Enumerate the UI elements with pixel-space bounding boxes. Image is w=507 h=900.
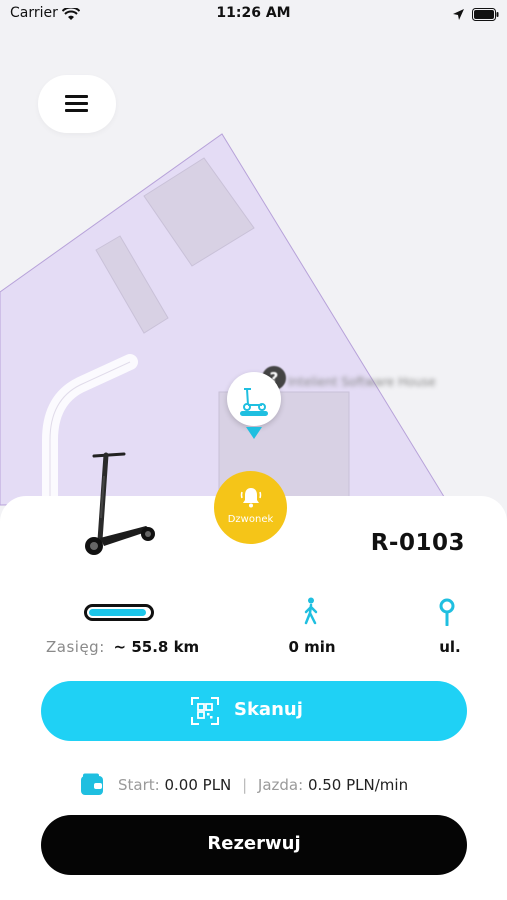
hamburger-icon [65, 95, 88, 98]
wallet-icon [81, 773, 103, 795]
start-label: Start: [118, 776, 160, 794]
location-arrow-icon [452, 6, 465, 25]
bell-icon [240, 488, 262, 508]
vehicle-id: R-0103 [370, 530, 465, 556]
scooter-image [85, 452, 155, 555]
price-separator: | [242, 776, 248, 794]
range-label: Zasięg: [46, 638, 105, 656]
range-info: Zasięg: ~ 55.8 km [46, 638, 199, 656]
map-pin-icon [439, 598, 455, 626]
battery-icon [472, 6, 499, 25]
street-name: ul. [439, 638, 461, 656]
status-bar: Carrier 11:26 AM [0, 0, 507, 28]
marker-pointer [246, 427, 262, 439]
place-label: Intelient Software House [288, 375, 436, 389]
hamburger-icon-line [65, 109, 88, 112]
qr-scan-icon [191, 697, 219, 725]
menu-button[interactable] [38, 75, 116, 133]
battery-indicator [84, 604, 154, 621]
scooter-marker[interactable] [227, 372, 281, 426]
ride-price: 0.50 PLN/min [307, 776, 409, 794]
ride-label: Jazda: [257, 776, 304, 794]
clock: 11:26 AM [216, 5, 291, 21]
bell-label: Dzwonek [227, 514, 274, 525]
scan-button[interactable]: Skanuj [41, 681, 467, 741]
range-value: ~ 55.8 km [113, 638, 200, 656]
walk-time: 0 min [288, 638, 336, 656]
scooter-icon [235, 380, 273, 418]
reserve-button[interactable]: Rezerwuj [41, 815, 467, 875]
hamburger-icon-line [65, 102, 88, 105]
start-price: 0.00 PLN [164, 776, 232, 794]
battery-fill [89, 609, 146, 616]
bell-button[interactable]: Dzwonek [214, 471, 287, 544]
walking-person-icon [304, 597, 318, 625]
scan-button-label: Skanuj [234, 699, 303, 720]
reserve-button-label: Rezerwuj [207, 833, 301, 854]
